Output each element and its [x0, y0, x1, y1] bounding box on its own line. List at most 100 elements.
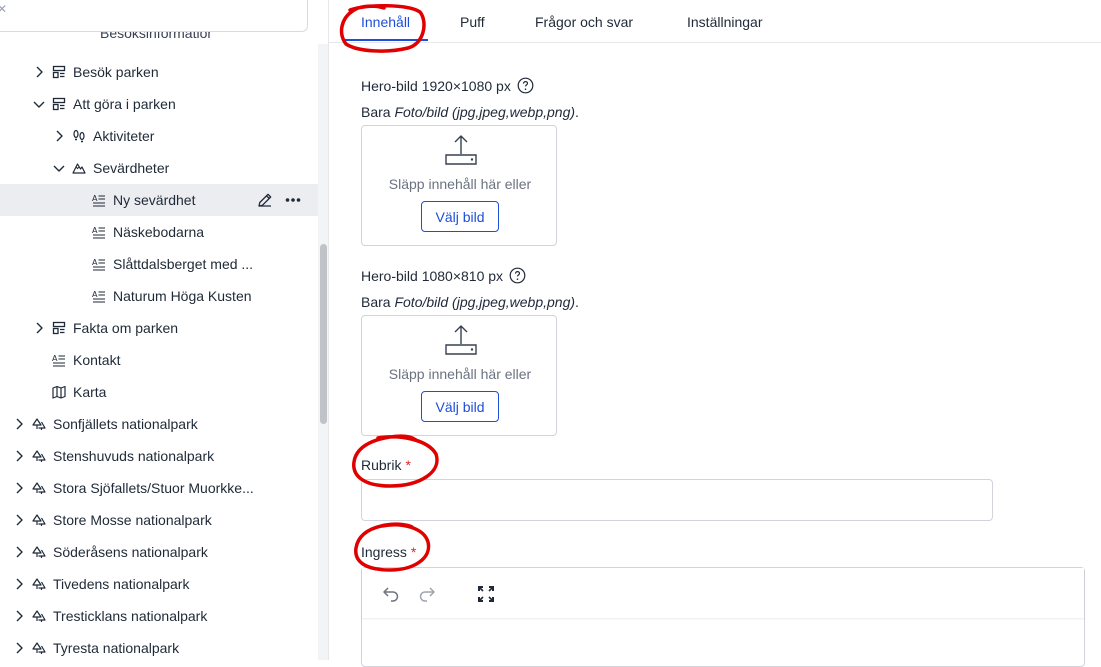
required-marker: *: [405, 457, 411, 473]
hero2-field-label: Hero-bild 1080×810 px: [361, 267, 526, 284]
hero1-hint-prefix: Bara: [361, 104, 395, 120]
tree-item-label: Fakta om parken: [73, 320, 179, 336]
hero2-hint-prefix: Bara: [361, 294, 395, 310]
hero1-drop-zone[interactable]: Släpp innehåll här eller Välj bild: [361, 125, 557, 246]
ingress-field-label: Ingress *: [361, 544, 416, 560]
tree-item[interactable]: A Näskebodarna: [0, 216, 318, 248]
tree-item-label: Näskebodarna: [113, 224, 205, 240]
map-icon: [52, 385, 66, 399]
upload-icon: [444, 324, 478, 359]
hero1-hint: Bara Foto/bild (jpg,jpeg,webp,png).: [361, 104, 579, 120]
chevron-right-icon[interactable]: [12, 545, 26, 559]
fullscreen-icon[interactable]: [476, 584, 496, 604]
tree-item-partial: Besöksinformation: [100, 32, 210, 46]
rubrik-label: Rubrik: [361, 457, 402, 473]
hero1-hint-suffix: .: [575, 104, 579, 120]
tab-bar: Innehåll Puff Frågor och svar Inställnin…: [329, 0, 1101, 43]
tree-item-label: Tivedens nationalpark: [53, 576, 190, 592]
content-tree-sidebar: ✕ Besöksinformation Besök parken Att göra…: [0, 0, 329, 660]
article-icon: A: [92, 289, 106, 303]
tab-fragor-och-svar[interactable]: Frågor och svar: [535, 14, 633, 30]
tree-item[interactable]: Store Mosse nationalpark: [0, 504, 318, 536]
tab-installningar[interactable]: Inställningar: [687, 14, 763, 30]
chevron-right-icon[interactable]: [32, 321, 46, 335]
close-icon[interactable]: ✕: [0, 2, 7, 16]
layout-icon: [52, 65, 66, 79]
tree-item-label: Tresticklans nationalpark: [53, 608, 208, 624]
chevron-right-icon[interactable]: [12, 609, 26, 623]
tree-item-actions: [256, 191, 302, 212]
edit-pencil-icon[interactable]: [256, 191, 274, 212]
tree-item-label: Sevärdheter: [93, 160, 170, 176]
chevron-right-icon[interactable]: [12, 417, 26, 431]
park-icon: [32, 513, 46, 527]
tree-item[interactable]: A Kontakt: [0, 344, 318, 376]
tree-item-label: Stenshuvuds nationalpark: [53, 448, 215, 464]
tree-item[interactable]: Besök parken: [0, 56, 318, 88]
ingress-label: Ingress: [361, 544, 407, 560]
required-marker: *: [410, 544, 417, 560]
chevron-right-icon[interactable]: [12, 449, 26, 463]
tree-item[interactable]: Fakta om parken: [0, 312, 318, 344]
help-icon[interactable]: [517, 77, 534, 94]
chevron-down-icon[interactable]: [52, 161, 66, 175]
park-icon: [32, 417, 46, 431]
tree-item[interactable]: A Slåttdalsberget med ...: [0, 248, 318, 280]
tree-item[interactable]: Att göra i parken: [0, 88, 318, 120]
article-icon: A: [52, 353, 66, 367]
hero1-label: Hero-bild 1920×1080 px: [361, 77, 511, 94]
tree-item[interactable]: A Ny sevärdhet: [0, 184, 318, 216]
tab-puff[interactable]: Puff: [460, 14, 485, 30]
redo-icon[interactable]: [417, 584, 437, 604]
article-icon: A: [92, 225, 106, 239]
park-icon: [32, 545, 46, 559]
tree-item[interactable]: Sonfjällets nationalpark: [0, 408, 318, 440]
chevron-right-icon[interactable]: [32, 65, 46, 79]
svg-text:A: A: [92, 258, 98, 267]
chevron-right-icon[interactable]: [12, 641, 26, 655]
ingress-rich-text-editor[interactable]: [361, 567, 1085, 667]
tab-innehall[interactable]: Innehåll: [361, 14, 410, 30]
sidebar-scrollbar-thumb[interactable]: [320, 244, 327, 424]
hero2-hint-suffix: .: [575, 294, 579, 310]
tree-item[interactable]: Karta: [0, 376, 318, 408]
tree-item[interactable]: A Naturum Höga Kusten: [0, 280, 318, 312]
tree-item-label: Stora Sjöfallets/Stuor Muorkke...: [53, 480, 254, 496]
tree-item[interactable]: Söderåsens nationalpark: [0, 536, 318, 568]
layout-icon: [52, 321, 66, 335]
tree-item-label: Kontakt: [73, 352, 121, 368]
park-icon: [32, 577, 46, 591]
article-icon: A: [92, 193, 106, 207]
park-icon: [32, 641, 46, 655]
tree-item[interactable]: Stenshuvuds nationalpark: [0, 440, 318, 472]
rubrik-field-label: Rubrik *: [361, 457, 411, 473]
chevron-right-icon[interactable]: [12, 481, 26, 495]
tree-item-label: Söderåsens nationalpark: [53, 544, 208, 560]
chevron-right-icon[interactable]: [52, 129, 66, 143]
active-tab-indicator: [345, 39, 428, 41]
tree-item[interactable]: Aktiviteter: [0, 120, 318, 152]
rubrik-input[interactable]: [361, 479, 993, 521]
hero1-choose-image-button[interactable]: Välj bild: [421, 201, 499, 232]
tree-item-label: Karta: [73, 384, 107, 400]
tree-item-label: Att göra i parken: [73, 96, 176, 112]
more-options-icon[interactable]: [284, 191, 302, 212]
hero2-hint: Bara Foto/bild (jpg,jpeg,webp,png).: [361, 294, 579, 310]
help-icon[interactable]: [509, 267, 526, 284]
tree-item-label: Slåttdalsberget med ...: [113, 256, 254, 272]
hero2-choose-image-button[interactable]: Välj bild: [421, 391, 499, 422]
tree-item[interactable]: Sevärdheter: [0, 152, 318, 184]
tree-item[interactable]: Tivedens nationalpark: [0, 568, 318, 600]
chevron-right-icon[interactable]: [12, 577, 26, 591]
undo-icon[interactable]: [381, 584, 401, 604]
svg-text:A: A: [92, 226, 98, 235]
editor-toolbar: [362, 568, 1084, 618]
hero2-drop-zone[interactable]: Släpp innehåll här eller Välj bild: [361, 315, 557, 436]
tree-item[interactable]: Tyresta nationalpark: [0, 632, 318, 660]
tree-item[interactable]: Stora Sjöfallets/Stuor Muorkke...: [0, 472, 318, 504]
tree-item-label: Naturum Höga Kusten: [113, 288, 252, 304]
tree-item[interactable]: Tresticklans nationalpark: [0, 600, 318, 632]
chevron-right-icon[interactable]: [12, 513, 26, 527]
chevron-down-icon[interactable]: [32, 97, 46, 111]
tree-search-input[interactable]: ✕: [0, 0, 308, 32]
